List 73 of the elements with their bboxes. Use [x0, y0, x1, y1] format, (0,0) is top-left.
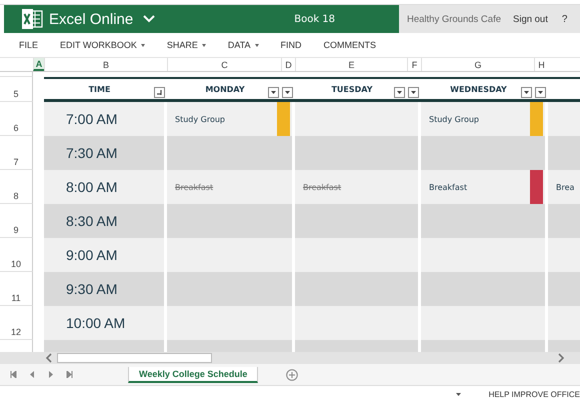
- schedule-cell: Breakfast: [167, 170, 295, 204]
- column-header[interactable]: A: [33, 58, 44, 71]
- schedule-cell: [548, 102, 580, 136]
- filter-dropdown-icon[interactable]: [268, 87, 279, 98]
- filter-dropdown-icon[interactable]: [535, 87, 546, 98]
- filter-dropdown-icon[interactable]: [394, 87, 405, 98]
- column-header[interactable]: F: [407, 58, 421, 71]
- sort-icon[interactable]: [154, 87, 165, 98]
- filter-dropdown-icon[interactable]: [408, 87, 419, 98]
- time-cell: 7:00 AM: [44, 102, 167, 136]
- menu-item[interactable]: FILE: [19, 40, 38, 50]
- sign-out-link[interactable]: Sign out: [513, 14, 548, 24]
- schedule-cell: Breakfast: [295, 170, 421, 204]
- schedule-cell: Study Group: [421, 102, 548, 136]
- menu-item[interactable]: FIND: [280, 40, 302, 50]
- caret-icon: [202, 44, 206, 46]
- menu-item[interactable]: COMMENTS: [324, 40, 376, 50]
- document-title: Book 18: [294, 14, 336, 24]
- excel-logo-icon: [21, 9, 43, 29]
- column-header[interactable]: E: [295, 58, 407, 71]
- account-name: Healthy Grounds Cafe: [407, 14, 501, 24]
- row-number: 9: [0, 204, 33, 238]
- time-cell: 8:00 AM: [44, 170, 167, 204]
- row-number: 7: [0, 136, 33, 170]
- row-number: 11: [0, 272, 33, 306]
- filter-dropdown-icon[interactable]: [521, 87, 532, 98]
- caret-icon: [254, 44, 259, 46]
- next-sheet-icon[interactable]: [48, 371, 53, 378]
- schedule-cell: [548, 238, 580, 272]
- menu-item[interactable]: EDIT WORKBOOK: [60, 40, 145, 50]
- schedule-cell: [548, 204, 580, 238]
- scrollbar-thumb[interactable]: [57, 353, 212, 363]
- caret-icon[interactable]: [456, 393, 461, 396]
- chevron-down-icon[interactable]: [143, 15, 156, 23]
- time-cell: 9:30 AM: [44, 272, 167, 306]
- schedule-cell: Brea: [548, 170, 580, 204]
- column-header[interactable]: C: [167, 58, 281, 71]
- scroll-right-icon[interactable]: [557, 353, 565, 363]
- schedule-cell: Study Group: [167, 102, 295, 136]
- column-title: WEDNESDAY: [450, 84, 507, 94]
- sheet-tab[interactable]: Weekly College Schedule: [128, 366, 258, 382]
- app-name: Excel Online: [49, 10, 134, 28]
- column-title: MONDAY: [205, 84, 245, 94]
- last-sheet-icon[interactable]: [66, 371, 73, 378]
- scroll-left-icon[interactable]: [45, 353, 53, 363]
- schedule-cell: Breakfast: [421, 170, 548, 204]
- time-cell: 8:30 AM: [44, 204, 167, 238]
- row-number: 8: [0, 170, 33, 204]
- help-improve-link[interactable]: HELP IMPROVE OFFICE: [488, 390, 580, 399]
- schedule-cell: [548, 306, 580, 340]
- column-header[interactable]: H: [534, 58, 548, 71]
- previous-sheet-icon[interactable]: [30, 371, 35, 378]
- column-title: TUESDAY: [331, 84, 373, 94]
- menu-item[interactable]: DATA: [228, 40, 259, 50]
- add-sheet-icon[interactable]: [286, 368, 298, 380]
- time-cell: 7:30 AM: [44, 136, 167, 170]
- row-number: 12: [0, 306, 33, 340]
- row-number: 6: [0, 102, 33, 136]
- schedule-cell: [548, 136, 580, 170]
- caret-icon: [140, 44, 145, 46]
- row-number: 5: [0, 77, 33, 102]
- time-cell: 9:00 AM: [44, 238, 167, 272]
- filter-dropdown-icon[interactable]: [282, 87, 293, 98]
- column-header[interactable]: B: [44, 58, 167, 71]
- column-header[interactable]: G: [421, 58, 534, 71]
- menu-item[interactable]: SHARE: [166, 40, 206, 50]
- first-sheet-icon[interactable]: [10, 371, 17, 378]
- column-title: TIME: [88, 84, 110, 94]
- schedule-cell: [548, 272, 580, 306]
- help-link[interactable]: ?: [562, 14, 568, 24]
- row-number: 10: [0, 238, 33, 272]
- time-cell: 10:00 AM: [44, 306, 167, 340]
- column-header[interactable]: D: [281, 58, 295, 71]
